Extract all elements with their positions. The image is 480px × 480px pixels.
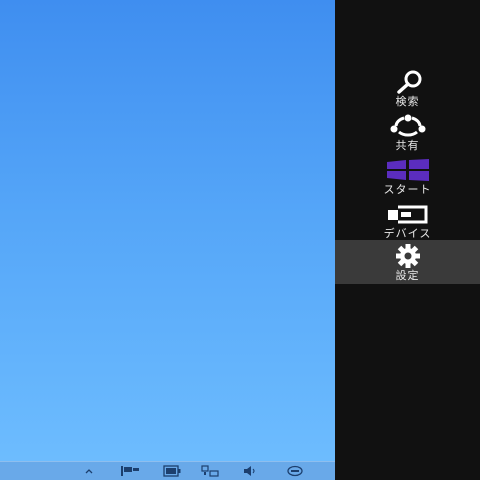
gear-icon <box>384 244 432 268</box>
charms-bar: 検索 共有 スタート デバイス 設定 <box>335 0 480 480</box>
desktop-background[interactable] <box>0 0 335 480</box>
windows-logo-icon <box>384 158 432 182</box>
devices-icon <box>384 202 432 226</box>
charm-label-devices: デバイス <box>383 227 432 240</box>
charm-settings[interactable]: 設定 <box>335 240 480 284</box>
charm-label-search: 検索 <box>395 95 420 108</box>
charm-start[interactable]: スタート <box>335 154 480 198</box>
chevron-up-icon[interactable] <box>84 465 94 477</box>
flag-icon[interactable] <box>118 465 142 477</box>
share-icon <box>384 114 432 138</box>
charm-devices[interactable]: デバイス <box>335 198 480 242</box>
keyboard-icon[interactable] <box>284 465 306 477</box>
charm-label-share: 共有 <box>395 139 420 152</box>
charm-label-start: スタート <box>383 183 432 196</box>
charm-search[interactable]: 検索 <box>335 66 480 110</box>
taskbar <box>0 461 335 480</box>
charm-label-settings: 設定 <box>395 269 420 282</box>
speaker-icon[interactable] <box>240 465 262 477</box>
charm-share[interactable]: 共有 <box>335 110 480 154</box>
battery-icon[interactable] <box>160 465 184 477</box>
network-icon[interactable] <box>198 465 222 477</box>
search-icon <box>384 70 432 94</box>
screen: 検索 共有 スタート デバイス 設定 <box>0 0 480 480</box>
